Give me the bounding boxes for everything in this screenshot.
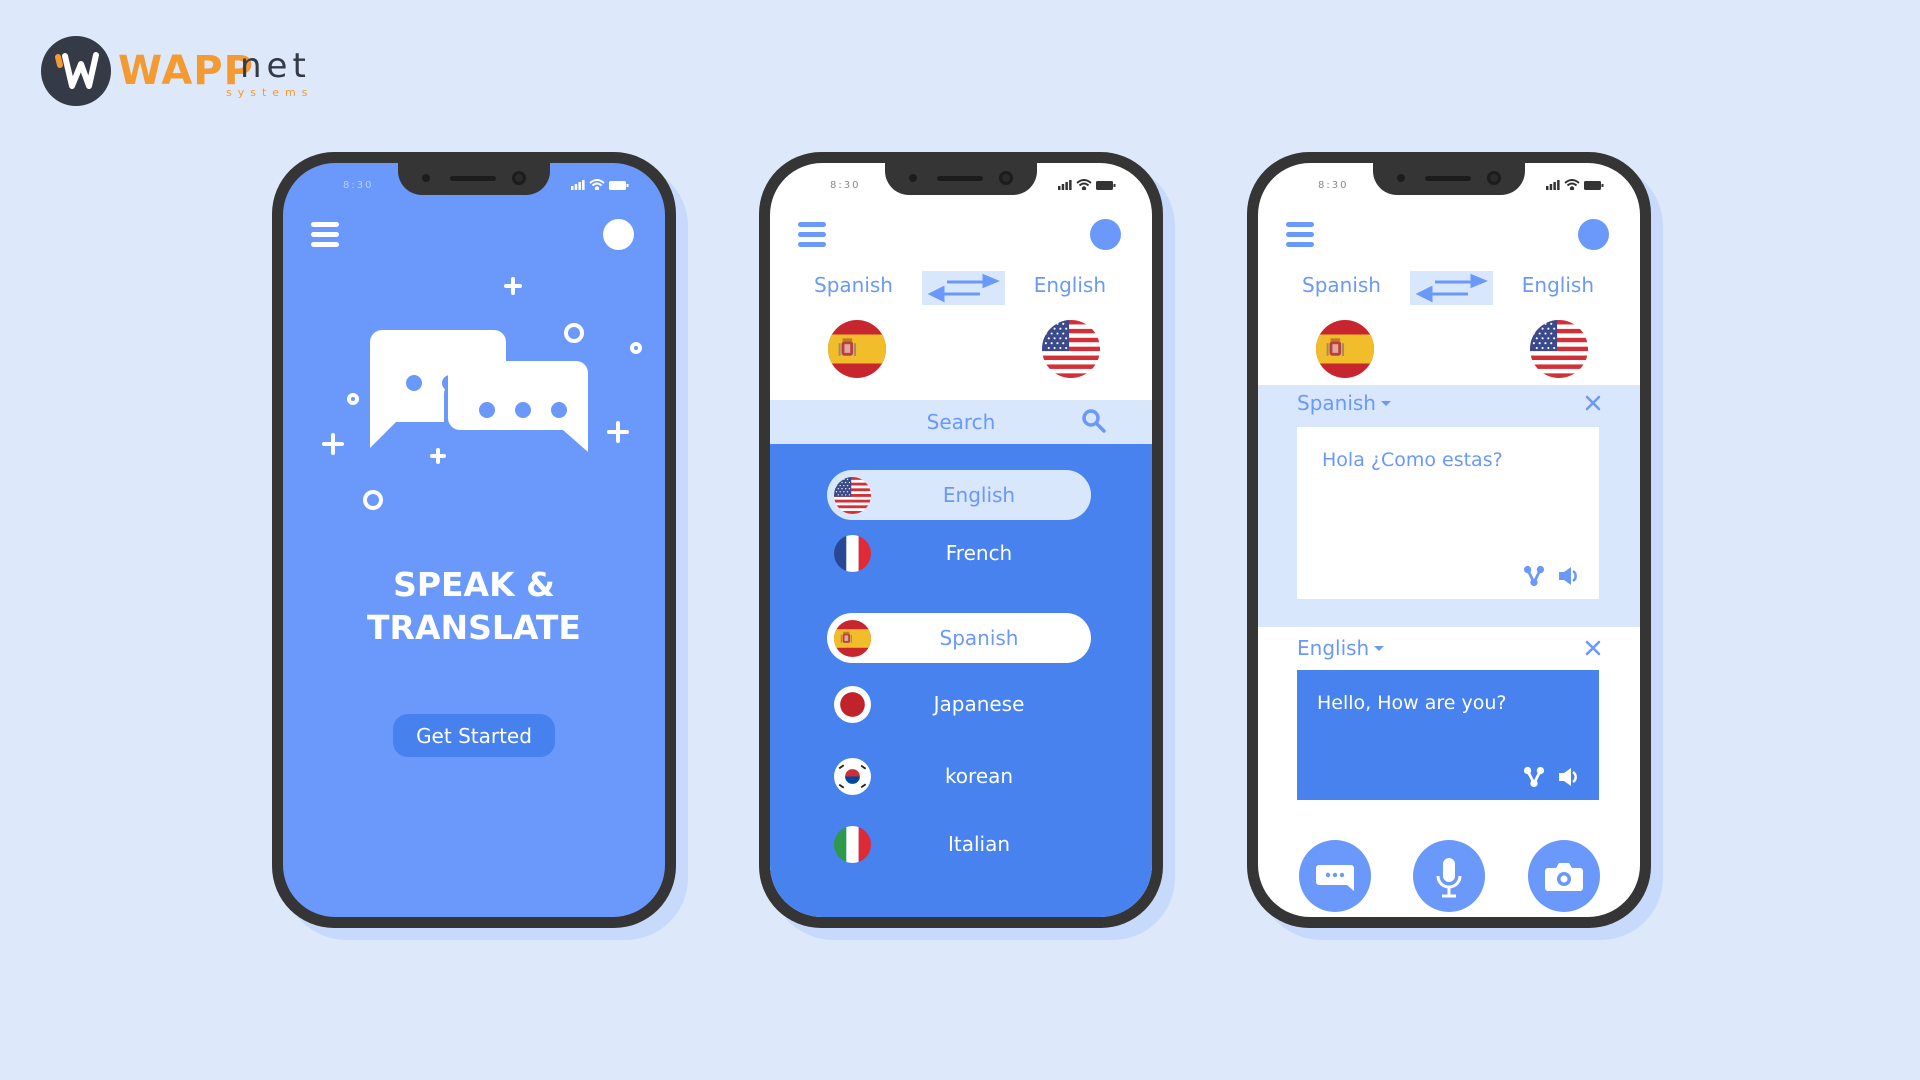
- status-time: 8:30: [830, 180, 861, 191]
- us-flag-icon: [1530, 320, 1588, 378]
- to-language[interactable]: English: [1034, 273, 1106, 297]
- language-item-korean[interactable]: korean: [827, 751, 1091, 801]
- microphone-icon: [1436, 858, 1462, 898]
- splash-screen: 8:30 SPEAK & TRANSLATE Get Started: [283, 163, 665, 917]
- spain-flag-icon: [834, 620, 871, 657]
- profile-avatar[interactable]: [1090, 219, 1121, 250]
- source-text: Hola ¿Como estas?: [1322, 449, 1503, 471]
- voice-input-button[interactable]: [1413, 840, 1485, 912]
- language-picker-screen: 8:30 Spanish English Search English Fren…: [770, 163, 1152, 917]
- to-language[interactable]: English: [1522, 273, 1594, 297]
- korea-flag-icon: [834, 758, 871, 795]
- profile-avatar[interactable]: [1578, 219, 1609, 250]
- menu-icon[interactable]: [798, 222, 826, 247]
- from-language[interactable]: Spanish: [814, 273, 893, 297]
- camera-input-button[interactable]: [1528, 840, 1600, 912]
- target-text-box: Hello, How are you?: [1297, 670, 1599, 800]
- camera-icon: [1545, 863, 1583, 891]
- close-icon[interactable]: [1583, 638, 1603, 658]
- phone-translator: 8:30 Spanish English Spanish Hola ¿Como …: [1247, 152, 1651, 928]
- language-item-english[interactable]: English: [827, 470, 1091, 520]
- wifi-icon: [1564, 179, 1580, 190]
- swap-arrows-icon: [1415, 273, 1488, 303]
- battery-icon: [609, 181, 629, 190]
- status-icons: [571, 179, 629, 190]
- italy-flag-icon: [834, 826, 871, 863]
- language-pair: Spanish English: [1258, 267, 1640, 307]
- swap-arrows-icon: [927, 273, 1000, 303]
- language-item-japanese[interactable]: Japanese: [827, 679, 1091, 729]
- translator-screen: 8:30 Spanish English Spanish Hola ¿Como …: [1258, 163, 1640, 917]
- signal-icon: [571, 180, 585, 190]
- language-pair: Spanish English: [770, 267, 1152, 307]
- phone-splash: 8:30 SPEAK & TRANSLATE Get Started: [272, 152, 676, 928]
- from-language[interactable]: Spanish: [1302, 273, 1381, 297]
- japan-flag-icon: [834, 686, 871, 723]
- chevron-down-icon: [1374, 645, 1385, 651]
- wifi-icon: [589, 179, 605, 190]
- status-icons: [1058, 179, 1116, 190]
- target-text: Hello, How are you?: [1317, 692, 1507, 714]
- brand-tagline: systems: [226, 86, 314, 99]
- speaker-icon[interactable]: [1557, 565, 1581, 587]
- target-language-dropdown[interactable]: English: [1297, 636, 1385, 660]
- menu-icon[interactable]: [1286, 222, 1314, 247]
- text-input-button[interactable]: [1299, 840, 1371, 912]
- profile-avatar[interactable]: [603, 219, 634, 250]
- menu-icon[interactable]: [311, 222, 339, 247]
- status-time: 8:30: [1318, 180, 1349, 191]
- close-icon[interactable]: [1583, 393, 1603, 413]
- source-panel: Spanish Hola ¿Como estas?: [1258, 385, 1640, 627]
- battery-icon: [1096, 181, 1116, 190]
- language-item-french[interactable]: French: [827, 528, 1091, 578]
- target-header: English: [1258, 627, 1640, 671]
- phone-notch: [398, 163, 550, 195]
- phone-language-picker: 8:30 Spanish English Search English Fren…: [759, 152, 1163, 928]
- search-icon[interactable]: [1081, 408, 1107, 434]
- share-icon[interactable]: [1523, 565, 1545, 587]
- phone-notch: [1373, 163, 1525, 195]
- france-flag-icon: [834, 535, 871, 572]
- brand-name-suffix: net: [240, 46, 311, 86]
- get-started-button[interactable]: Get Started: [393, 714, 555, 757]
- battery-icon: [1584, 181, 1604, 190]
- signal-icon: [1546, 180, 1560, 190]
- splash-title: SPEAK & TRANSLATE: [367, 565, 581, 647]
- spain-flag-icon: [828, 320, 886, 378]
- language-list: English French Spanish Japanese korean I…: [770, 444, 1152, 917]
- spain-flag-icon: [1316, 320, 1374, 378]
- source-language-dropdown[interactable]: Spanish: [1297, 391, 1391, 415]
- chevron-down-icon: [1380, 400, 1391, 406]
- us-flag-icon: [834, 477, 871, 514]
- swap-languages-button[interactable]: [1410, 271, 1493, 305]
- swap-languages-button[interactable]: [922, 271, 1005, 305]
- source-text-box[interactable]: Hola ¿Como estas?: [1297, 427, 1599, 599]
- chat-bubbles-illustration: [322, 277, 642, 510]
- brand-logo: WAPP net systems: [41, 36, 318, 106]
- speaker-icon[interactable]: [1557, 766, 1581, 788]
- signal-icon: [1058, 180, 1072, 190]
- phone-notch: [885, 163, 1037, 195]
- status-icons: [1546, 179, 1604, 190]
- us-flag-icon: [1042, 320, 1100, 378]
- chat-icon: [1316, 865, 1354, 891]
- share-icon[interactable]: [1523, 766, 1545, 788]
- language-item-italian[interactable]: Italian: [827, 819, 1091, 869]
- language-item-spanish[interactable]: Spanish: [827, 613, 1091, 663]
- logo-mark-icon: [41, 36, 111, 106]
- status-time: 8:30: [343, 180, 374, 191]
- wifi-icon: [1076, 179, 1092, 190]
- search-bar[interactable]: Search: [770, 400, 1152, 444]
